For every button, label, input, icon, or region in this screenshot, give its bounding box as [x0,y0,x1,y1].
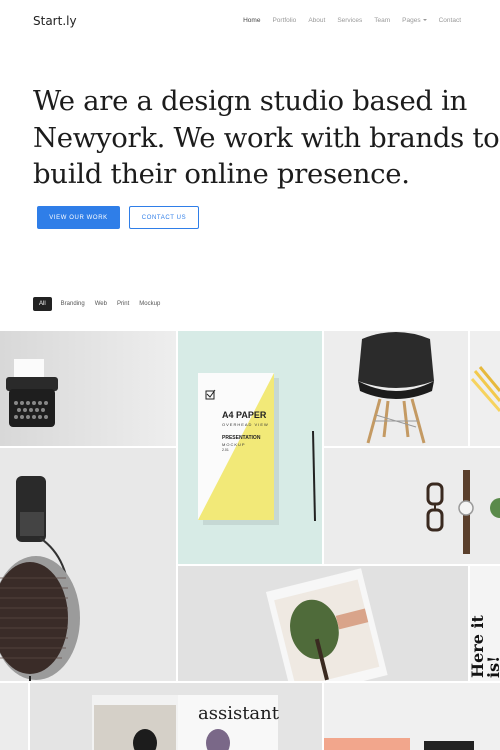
portfolio-item-sign[interactable]: Here it is! [470,566,500,681]
headphones-image [0,448,176,681]
typewriter-image [0,331,176,446]
paper-heading: PRESENTATION [222,435,261,441]
menu-item-home[interactable]: Home [243,17,260,24]
menu-item-team[interactable]: Team [374,17,390,24]
caret-down-icon [422,19,427,22]
filter-print[interactable]: Print [117,301,129,307]
portfolio-item-typewriter[interactable] [0,331,176,446]
contact-us-button[interactable]: CONTACT US [129,206,199,229]
filter-web[interactable]: Web [95,301,107,307]
book-title: assistant [198,703,279,724]
top-navbar: Start.ly Home Portfolio About Services T… [0,0,500,44]
portfolio-item-assistant-book[interactable]: assistant [30,683,322,750]
paper-mockup-image [178,331,322,564]
portfolio-item-chair[interactable] [324,331,468,446]
portfolio-item-headphones[interactable] [0,448,176,681]
portfolio-item-pencils[interactable] [470,331,500,446]
menu-item-about[interactable]: About [308,17,325,24]
filter-branding[interactable]: Branding [61,301,85,307]
menu-item-pages[interactable]: Pages [402,17,427,24]
menu-item-contact[interactable]: Contact [439,17,461,24]
filter-mockup[interactable]: Mockup [139,301,160,307]
portfolio-item-a4-paper[interactable]: A4 PAPER OVERHEAD VIEW PRESENTATION MOCK… [178,331,322,564]
portfolio-filters: All Branding Web Print Mockup [33,297,170,311]
paper-mockup-label: MOCKUP [222,442,246,447]
pencils-image [470,331,500,446]
glasses-watch-image [324,448,500,564]
paper-title: A4 PAPER [222,410,267,420]
portfolio-item-magazine[interactable] [178,566,468,681]
hero-heading: We are a design studio based in Newyork.… [33,83,500,193]
menu-item-portfolio[interactable]: Portfolio [272,17,296,24]
hero-line-1: We are a design studio based in [33,85,468,117]
menu-item-services[interactable]: Services [337,17,362,24]
menu-item-pages-label: Pages [402,17,421,24]
hero-line-3: build their online presence. [33,158,410,190]
portfolio-item-glasses-watch[interactable] [324,448,500,564]
portfolio-item-bottom-left[interactable] [0,683,28,750]
portfolio-item-bottom-right[interactable] [324,683,500,750]
bottom-right-image [324,683,500,750]
filter-all[interactable]: All [33,297,52,311]
sign-text: Here it is! [470,588,500,678]
chair-image [324,331,468,446]
magazine-image [178,566,468,681]
hero-line-2: Newyork. We work with brands to [33,121,500,154]
brand-logo[interactable]: Start.ly [33,14,77,28]
main-menu: Home Portfolio About Services Team Pages… [231,17,461,24]
paper-version: 2.01 [222,448,229,452]
paper-subtitle: OVERHEAD VIEW [222,422,269,427]
portfolio-grid: A4 PAPER OVERHEAD VIEW PRESENTATION MOCK… [0,331,500,750]
view-our-work-button[interactable]: VIEW OUR WORK [37,206,120,229]
